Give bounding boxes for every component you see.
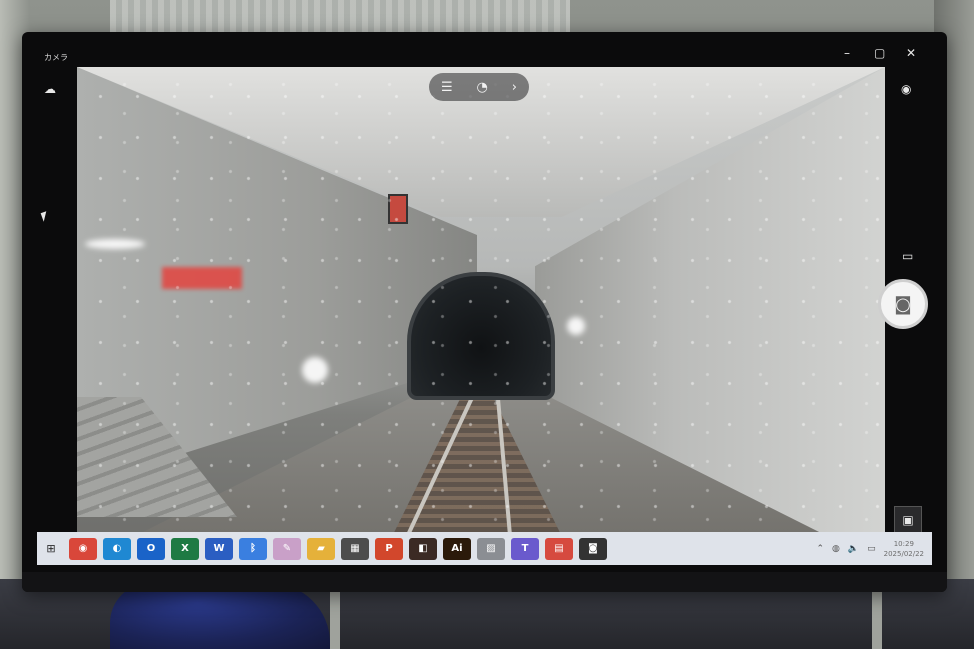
network-icon[interactable]: ◍: [832, 544, 840, 554]
chevron-up-icon[interactable]: ⌃: [817, 544, 825, 554]
store-icon[interactable]: ▤: [545, 537, 573, 560]
volume-icon[interactable]: 🔈: [848, 544, 859, 554]
app-title: カメラ: [44, 53, 68, 62]
edge-icon[interactable]: ◐: [103, 537, 131, 560]
camera-overlay-toolbar: ☰ ◔ ›: [429, 73, 529, 101]
image-viewer-icon[interactable]: ▨: [477, 537, 505, 560]
gallery-thumbnail-button[interactable]: ▣: [894, 506, 922, 534]
monitor: カメラ – ▢ ✕ ☁ ☰ ◔ › ◉ ▭ ◙ ▣ ⊞ ◉ ◐ O X W ᛒ ✎ ▰ ▦ P ◧: [22, 32, 947, 592]
settings-icon[interactable]: ☰: [441, 80, 453, 95]
screen-water-droplets: [77, 67, 885, 565]
photo-shutter-button[interactable]: ◙: [878, 279, 928, 329]
clock[interactable]: 10:29 2025/02/22: [884, 539, 924, 559]
folder-icon[interactable]: ▰: [307, 537, 335, 560]
mouse-cursor-icon: [40, 211, 50, 222]
monitor-bezel: [22, 572, 947, 592]
start-button[interactable]: ⊞: [37, 532, 65, 565]
teams-icon[interactable]: T: [511, 537, 539, 560]
outlook-icon[interactable]: O: [137, 537, 165, 560]
timer-icon[interactable]: ◔: [477, 80, 488, 95]
gallery-icon: ▣: [902, 513, 914, 527]
paint-icon[interactable]: ✎: [273, 537, 301, 560]
close-button[interactable]: ✕: [906, 46, 916, 60]
camera-icon: ◙: [894, 293, 912, 315]
clock-time: 10:29: [893, 539, 914, 548]
taskbar-apps: ◉ ◐ O X W ᛒ ✎ ▰ ▦ P ◧ Ai ▨ T ▤ ◙: [69, 537, 607, 560]
camera-switch-icon[interactable]: ◉: [901, 82, 911, 96]
battery-icon[interactable]: ▭: [867, 544, 876, 554]
powerpoint-icon[interactable]: P: [375, 537, 403, 560]
chrome-icon[interactable]: ◉: [69, 537, 97, 560]
system-tray: ⌃ ◍ 🔈 ▭ 10:29 2025/02/22: [817, 539, 933, 559]
calculator-icon[interactable]: ▦: [341, 537, 369, 560]
bluetooth-icon[interactable]: ᛒ: [239, 537, 267, 560]
chevron-right-icon[interactable]: ›: [512, 80, 517, 95]
cloud-icon[interactable]: ☁: [44, 82, 58, 96]
illustrator-icon[interactable]: Ai: [443, 537, 471, 560]
app-orange-icon[interactable]: ◧: [409, 537, 437, 560]
clock-date: 2025/02/22: [883, 549, 924, 558]
camera-icon[interactable]: ◙: [579, 537, 607, 560]
video-mode-icon[interactable]: ▭: [902, 249, 913, 263]
camera-viewfinder: ☰ ◔ ›: [77, 67, 885, 565]
word-icon[interactable]: W: [205, 537, 233, 560]
taskbar: ⊞ ◉ ◐ O X W ᛒ ✎ ▰ ▦ P ◧ Ai ▨ T ▤ ◙ ⌃ ◍ 🔈 ▭ 10:29 2025/0…: [37, 532, 932, 565]
excel-icon[interactable]: X: [171, 537, 199, 560]
maximize-button[interactable]: ▢: [874, 46, 885, 60]
background-window: [110, 0, 570, 36]
minimize-button[interactable]: –: [844, 46, 850, 60]
blue-fabric: [110, 583, 330, 649]
